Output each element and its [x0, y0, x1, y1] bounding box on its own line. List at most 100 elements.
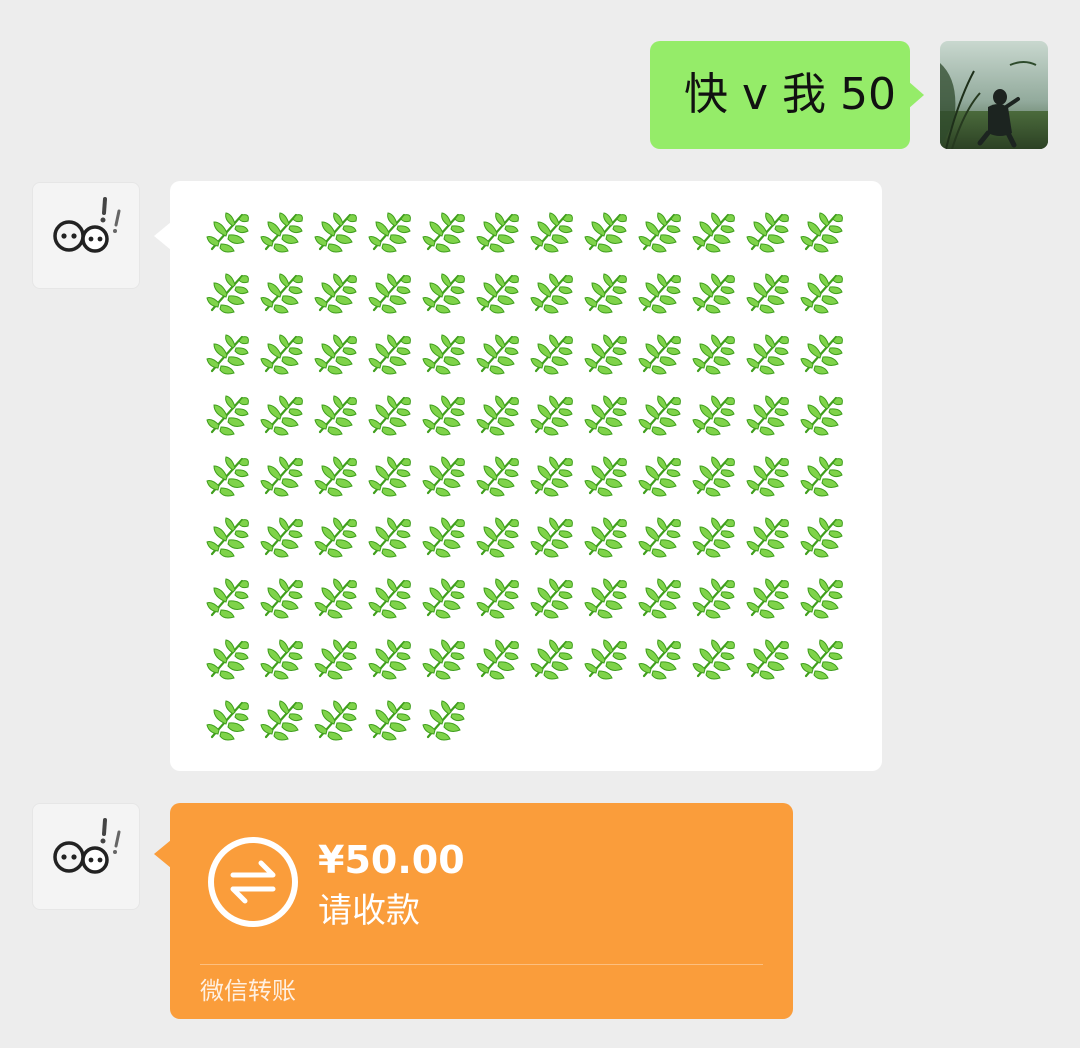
- herb-leaf-icon: [800, 453, 854, 514]
- herb-leaf-icon: [422, 270, 476, 331]
- herb-leaf-icon: [638, 636, 692, 697]
- leaf-emoji-grid: [206, 209, 854, 758]
- leaf-emoji-message[interactable]: [170, 181, 882, 771]
- herb-leaf-icon: [800, 392, 854, 453]
- herb-leaf-icon: [638, 514, 692, 575]
- herb-leaf-icon: [692, 514, 746, 575]
- herb-leaf-icon: [800, 636, 854, 697]
- herb-leaf-icon: [638, 209, 692, 270]
- herb-leaf-icon: [422, 575, 476, 636]
- herb-leaf-icon: [692, 209, 746, 270]
- herb-leaf-icon: [422, 392, 476, 453]
- herb-leaf-icon: [422, 636, 476, 697]
- herb-leaf-icon: [368, 270, 422, 331]
- herb-leaf-icon: [206, 697, 260, 758]
- user-avatar[interactable]: [940, 41, 1048, 149]
- transfer-card-tail: [154, 840, 171, 868]
- herb-leaf-icon: [260, 514, 314, 575]
- transfer-card[interactable]: ¥50.00 请收款 微信转账: [170, 803, 793, 1019]
- herb-leaf-icon: [206, 636, 260, 697]
- herb-leaf-icon: [584, 331, 638, 392]
- herb-leaf-icon: [584, 575, 638, 636]
- leaf-bubble-tail: [154, 222, 171, 250]
- contact-avatar[interactable]: [32, 803, 140, 910]
- herb-leaf-icon: [422, 331, 476, 392]
- herb-leaf-icon: [800, 270, 854, 331]
- herb-leaf-icon: [314, 575, 368, 636]
- herb-leaf-icon: [800, 209, 854, 270]
- herb-leaf-icon: [476, 575, 530, 636]
- herb-leaf-icon: [638, 392, 692, 453]
- herb-leaf-icon: [692, 392, 746, 453]
- herb-leaf-icon: [260, 209, 314, 270]
- herb-leaf-icon: [746, 392, 800, 453]
- herb-leaf-icon: [260, 392, 314, 453]
- herb-leaf-icon: [746, 636, 800, 697]
- outgoing-message[interactable]: 快 v 我 50: [650, 41, 924, 149]
- herb-leaf-icon: [746, 209, 800, 270]
- herb-leaf-icon: [314, 636, 368, 697]
- herb-leaf-icon: [800, 331, 854, 392]
- herb-leaf-icon: [206, 575, 260, 636]
- herb-leaf-icon: [476, 331, 530, 392]
- herb-leaf-icon: [530, 209, 584, 270]
- herb-leaf-icon: [638, 453, 692, 514]
- herb-leaf-icon: [314, 209, 368, 270]
- transfer-divider: [200, 964, 763, 965]
- outgoing-bubble-tail: [908, 81, 924, 109]
- herb-leaf-icon: [638, 575, 692, 636]
- herb-leaf-icon: [530, 575, 584, 636]
- herb-leaf-icon: [530, 453, 584, 514]
- outgoing-bubble[interactable]: 快 v 我 50: [650, 41, 910, 149]
- herb-leaf-icon: [800, 514, 854, 575]
- herb-leaf-icon: [584, 453, 638, 514]
- herb-leaf-icon: [422, 453, 476, 514]
- herb-leaf-icon: [314, 331, 368, 392]
- herb-leaf-icon: [692, 331, 746, 392]
- herb-leaf-icon: [368, 697, 422, 758]
- transfer-status: 请收款: [318, 891, 420, 931]
- herb-leaf-icon: [368, 392, 422, 453]
- herb-leaf-icon: [476, 209, 530, 270]
- herb-leaf-icon: [476, 636, 530, 697]
- transfer-arrows-icon: [208, 837, 298, 927]
- herb-leaf-icon: [368, 636, 422, 697]
- herb-leaf-icon: [692, 453, 746, 514]
- herb-leaf-icon: [476, 392, 530, 453]
- outgoing-message-text: 快 v 我 50: [684, 69, 896, 120]
- herb-leaf-icon: [260, 575, 314, 636]
- herb-leaf-icon: [206, 209, 260, 270]
- herb-leaf-icon: [206, 453, 260, 514]
- herb-leaf-icon: [692, 270, 746, 331]
- herb-leaf-icon: [746, 514, 800, 575]
- herb-leaf-icon: [260, 270, 314, 331]
- wechat-logo-icon: [53, 197, 121, 253]
- herb-leaf-icon: [638, 331, 692, 392]
- wechat-logo-icon: [53, 818, 121, 874]
- herb-leaf-icon: [476, 453, 530, 514]
- herb-leaf-icon: [692, 636, 746, 697]
- herb-leaf-icon: [368, 575, 422, 636]
- herb-leaf-icon: [530, 514, 584, 575]
- herb-leaf-icon: [422, 697, 476, 758]
- herb-leaf-icon: [746, 270, 800, 331]
- herb-leaf-icon: [206, 392, 260, 453]
- herb-leaf-icon: [530, 392, 584, 453]
- herb-leaf-icon: [746, 453, 800, 514]
- herb-leaf-icon: [368, 514, 422, 575]
- herb-leaf-icon: [530, 636, 584, 697]
- herb-leaf-icon: [584, 270, 638, 331]
- herb-leaf-icon: [584, 392, 638, 453]
- herb-leaf-icon: [476, 270, 530, 331]
- herb-leaf-icon: [746, 331, 800, 392]
- herb-leaf-icon: [476, 514, 530, 575]
- herb-leaf-icon: [530, 270, 584, 331]
- herb-leaf-icon: [368, 453, 422, 514]
- herb-leaf-icon: [314, 270, 368, 331]
- herb-leaf-icon: [368, 209, 422, 270]
- herb-leaf-icon: [530, 331, 584, 392]
- transfer-footer-label: 微信转账: [200, 977, 296, 1005]
- contact-avatar[interactable]: [32, 182, 140, 289]
- herb-leaf-icon: [368, 331, 422, 392]
- herb-leaf-icon: [584, 209, 638, 270]
